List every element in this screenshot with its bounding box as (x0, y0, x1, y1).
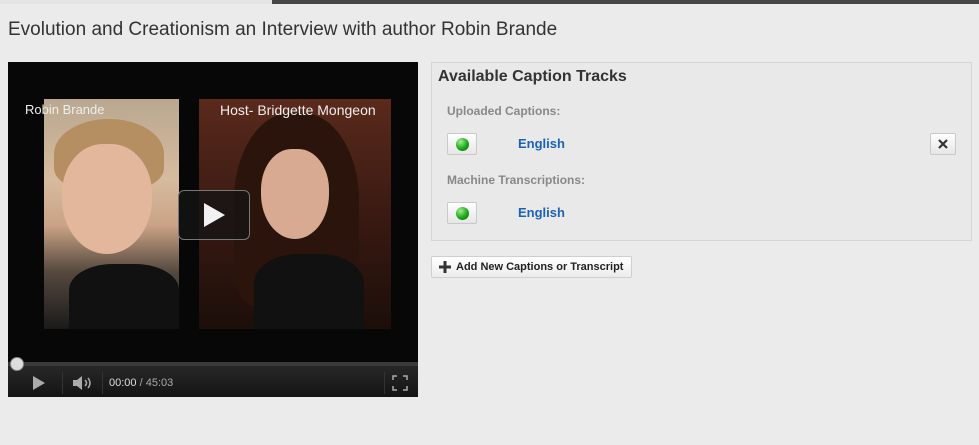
photo-robin-brande (44, 99, 179, 329)
current-time: 00:00 (109, 377, 137, 389)
uploaded-captions-label: Uploaded Captions: (447, 104, 561, 118)
green-status-icon (455, 137, 469, 151)
machine-track-link[interactable]: English (518, 205, 565, 220)
volume-icon[interactable] (72, 375, 96, 391)
add-captions-button[interactable]: Add New Captions or Transcript (431, 256, 632, 278)
add-captions-label: Add New Captions or Transcript (456, 261, 624, 273)
progress-bar[interactable] (8, 357, 418, 371)
overlay-name-right: Host- Bridgette Mongeon (220, 102, 376, 118)
panel-title: Available Caption Tracks (438, 68, 627, 85)
overlay-name-left: Robin Brande (25, 102, 105, 117)
caption-tracks-panel: Available Caption Tracks Uploaded Captio… (431, 62, 972, 241)
play-icon (204, 203, 225, 227)
big-play-button[interactable] (178, 190, 250, 240)
plus-icon (439, 261, 451, 273)
page-title: Evolution and Creationism an Interview w… (8, 19, 558, 40)
top-bar-dark (272, 0, 979, 4)
fullscreen-icon[interactable] (392, 375, 408, 391)
uploaded-status-toggle[interactable] (447, 133, 477, 155)
scrubber-handle[interactable] (10, 357, 24, 371)
machine-transcriptions-label: Machine Transcriptions: (447, 173, 586, 187)
total-time: / 45:03 (139, 377, 174, 389)
uploaded-track-link[interactable]: English (518, 136, 565, 151)
video-player[interactable]: Robin Brande Host- Bridgette Mongeon 00:… (8, 62, 418, 397)
divider (384, 372, 385, 394)
machine-status-toggle[interactable] (447, 202, 477, 224)
time-display: 00:00 / 45:03 (109, 377, 173, 389)
play-icon[interactable] (32, 375, 46, 391)
close-icon (938, 139, 948, 149)
divider (102, 372, 103, 394)
divider (62, 372, 63, 394)
remove-track-button[interactable] (930, 133, 956, 155)
player-controls: 00:00 / 45:03 (8, 357, 418, 397)
video-thumbnail[interactable]: Robin Brande Host- Bridgette Mongeon (8, 62, 418, 362)
green-status-icon (455, 206, 469, 220)
